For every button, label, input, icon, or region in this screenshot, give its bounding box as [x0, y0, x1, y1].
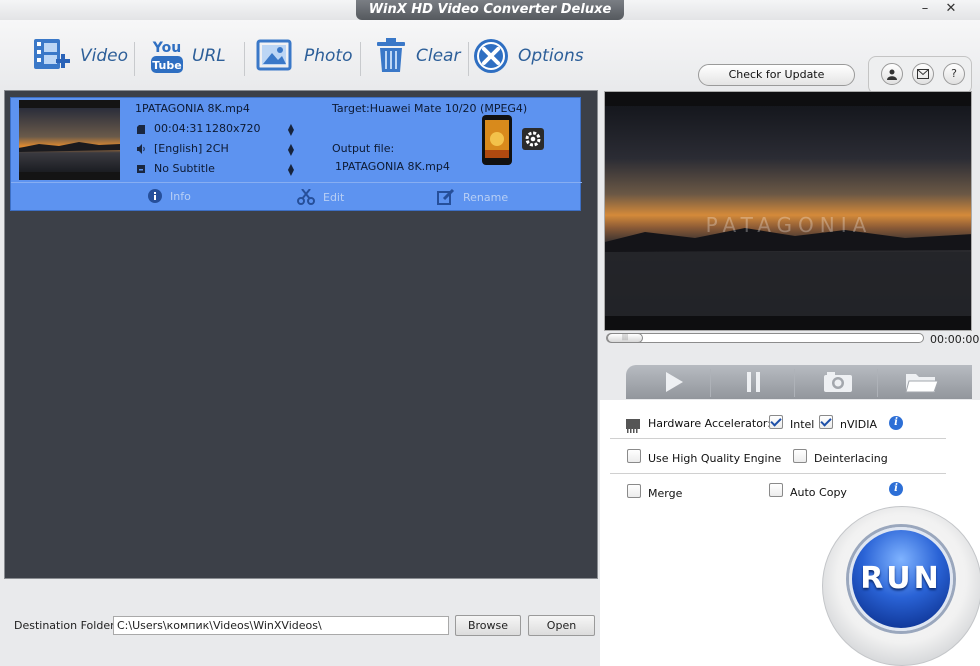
- file-actions: Info Edit Rename: [11, 182, 582, 210]
- run-button-frame: RUN: [822, 506, 980, 666]
- merge-checkbox[interactable]: [627, 484, 641, 498]
- edit-action[interactable]: Edit: [297, 189, 344, 205]
- open-button[interactable]: Open: [528, 615, 595, 636]
- nvidia-label: nVIDIA: [840, 418, 877, 431]
- edit-label: Edit: [323, 190, 345, 204]
- toolbar: Video You Tube URL Photo Clear Options C…: [0, 20, 980, 94]
- photo-label: Photo: [304, 46, 353, 66]
- duration: 00:04:31: [154, 122, 204, 135]
- video-preview: PATAGONIA: [604, 91, 972, 331]
- play-button[interactable]: [632, 365, 716, 399]
- scissors-icon: [297, 189, 315, 205]
- nvidia-checkbox[interactable]: [819, 415, 833, 429]
- run-button[interactable]: RUN: [849, 527, 953, 631]
- hw-accelerator-label: Hardware Accelerator:: [648, 417, 771, 430]
- minimize-button[interactable]: –: [914, 0, 936, 18]
- phone-device-icon[interactable]: [481, 114, 513, 166]
- window-title: WinX HD Video Converter Deluxe: [356, 0, 624, 20]
- info-action[interactable]: Info: [148, 189, 191, 203]
- auto-copy-label: Auto Copy: [790, 486, 847, 499]
- subtitle-icon: [137, 165, 145, 173]
- gear-icon[interactable]: [522, 128, 544, 150]
- resolution: 1280x720: [205, 122, 261, 135]
- check-update-button[interactable]: Check for Update: [698, 64, 855, 86]
- seek-handle[interactable]: |||: [607, 333, 643, 343]
- deinterlacing-checkbox[interactable]: [793, 449, 807, 463]
- destination-folder-input[interactable]: C:\Users\компик\Videos\WinXVideos\: [113, 616, 449, 635]
- audio-track-dropdown[interactable]: ▲ ▼: [287, 143, 295, 157]
- help-button[interactable]: ?: [943, 63, 965, 85]
- close-button[interactable]: ✕: [940, 0, 962, 18]
- pencil-icon: [437, 189, 455, 205]
- add-photo-button[interactable]: Photo: [256, 36, 353, 76]
- playback-controls: [602, 351, 974, 399]
- play-icon: [666, 372, 683, 392]
- video-label: Video: [80, 46, 129, 66]
- deinterlacing-label: Deinterlacing: [814, 452, 888, 465]
- preview-watermark: PATAGONIA: [706, 213, 873, 237]
- youtube-icon: You Tube: [151, 40, 183, 73]
- options-button[interactable]: Options: [472, 36, 584, 76]
- trash-icon: [377, 38, 405, 72]
- user-icon: [887, 69, 897, 80]
- seek-bar[interactable]: |||: [606, 333, 924, 343]
- email-button[interactable]: [912, 63, 934, 85]
- mail-icon: [917, 69, 929, 79]
- pause-button[interactable]: [712, 365, 796, 399]
- file-list: 1PATAGONIA 8K.mp4 00:04:31 1280x720 ▲ ▼ […: [4, 90, 598, 659]
- intel-label: Intel: [790, 418, 815, 431]
- playback-time: 00:00:00: [930, 333, 980, 346]
- url-label: URL: [192, 46, 226, 66]
- intel-checkbox[interactable]: [769, 415, 783, 429]
- output-label: Output file:: [332, 142, 395, 155]
- file-item[interactable]: 1PATAGONIA 8K.mp4 00:04:31 1280x720 ▲ ▼ […: [10, 97, 582, 211]
- clear-label: Clear: [416, 46, 461, 66]
- merge-info-icon[interactable]: i: [889, 482, 903, 496]
- auto-copy-checkbox[interactable]: [769, 483, 783, 497]
- svg-text:Tube: Tube: [152, 59, 181, 72]
- info-label: Info: [170, 189, 191, 203]
- film-icon: [137, 125, 145, 134]
- add-url-button[interactable]: You Tube URL: [150, 36, 226, 76]
- browse-button[interactable]: Browse: [455, 615, 521, 636]
- add-video-button[interactable]: Video: [32, 36, 128, 76]
- tools-icon: [474, 39, 508, 73]
- speaker-icon: [137, 144, 145, 154]
- rename-label: Rename: [463, 190, 509, 204]
- video-thumbnail: [19, 100, 120, 180]
- film-plus-icon: [34, 39, 70, 69]
- audio-track: [English] 2CH: [154, 142, 229, 155]
- account-button[interactable]: [881, 63, 903, 85]
- svg-text:You: You: [152, 40, 181, 56]
- destination-label: Destination Folder:: [14, 619, 119, 632]
- subtitle: No Subtitle: [154, 162, 215, 175]
- folder-icon: [905, 374, 939, 393]
- hq-engine-label: Use High Quality Engine: [648, 452, 782, 465]
- merge-label: Merge: [648, 487, 683, 500]
- destination-bar: Destination Folder: C:\Users\компик\Vide…: [0, 583, 600, 666]
- title-bar: WinX HD Video Converter Deluxe – ✕: [0, 0, 980, 20]
- rename-action[interactable]: Rename: [437, 189, 508, 205]
- info-icon: [148, 189, 162, 203]
- camera-icon: [824, 372, 852, 392]
- subtitle-dropdown[interactable]: ▲ ▼: [287, 163, 295, 177]
- output-file-name: 1PATAGONIA 8K.mp4: [335, 160, 450, 173]
- pause-icon: [747, 372, 760, 392]
- snapshot-button[interactable]: [796, 365, 880, 399]
- clear-button[interactable]: Clear: [374, 36, 460, 76]
- hw-info-icon[interactable]: i: [889, 416, 903, 430]
- open-folder-button[interactable]: [880, 365, 964, 399]
- file-name: 1PATAGONIA 8K.mp4: [135, 102, 250, 115]
- photo-icon: [256, 39, 292, 71]
- video-stream-dropdown[interactable]: ▲ ▼: [287, 123, 295, 137]
- options-label: Options: [518, 46, 584, 66]
- chip-icon: [626, 419, 640, 433]
- hq-engine-checkbox[interactable]: [627, 449, 641, 463]
